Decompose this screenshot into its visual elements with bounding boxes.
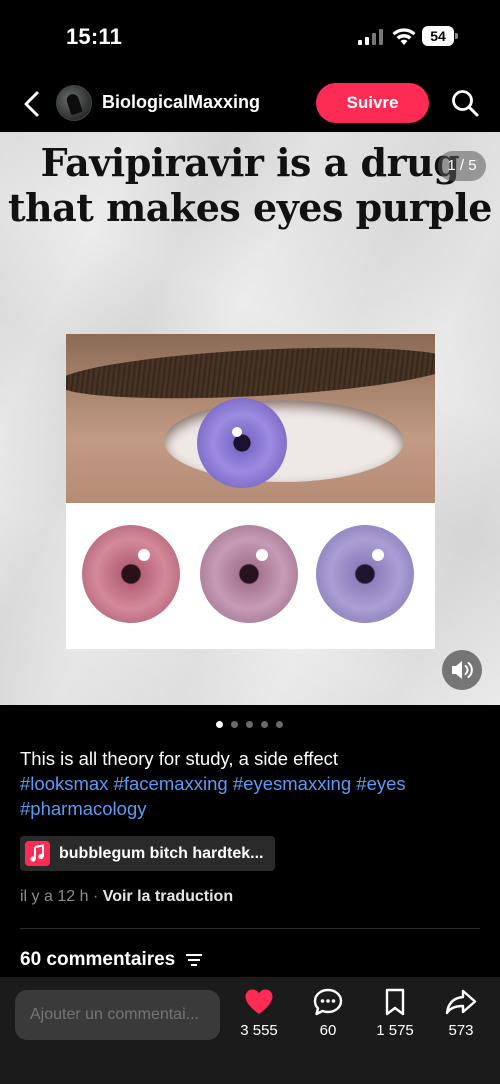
iris-swatch-pink xyxy=(82,525,180,623)
share-icon xyxy=(445,989,477,1015)
follow-button[interactable]: Suivre xyxy=(316,83,429,123)
carousel-dot[interactable] xyxy=(276,721,283,728)
avatar[interactable] xyxy=(56,85,92,121)
hashtag-link[interactable]: #pharmacology xyxy=(20,798,147,819)
post-caption: This is all theory for study, a side eff… xyxy=(20,746,480,821)
carousel-dot[interactable] xyxy=(246,721,253,728)
heart-icon xyxy=(245,989,273,1014)
share-button[interactable]: 573 xyxy=(433,988,489,1048)
meta-separator: · xyxy=(92,888,99,905)
sort-icon[interactable] xyxy=(185,953,202,967)
avatar-figure xyxy=(65,92,83,116)
hashtag-link[interactable]: #facemaxxing xyxy=(114,773,228,794)
music-title: bubblegum bitch hardtek... xyxy=(59,845,264,862)
comment-input[interactable] xyxy=(15,990,220,1040)
page-counter: 1 / 5 xyxy=(438,151,486,181)
status-time: 15:11 xyxy=(66,24,123,49)
hashtag-link[interactable]: #eyes xyxy=(356,773,405,794)
wifi-icon xyxy=(392,28,416,45)
comments-count-label: 60 commentaires xyxy=(20,949,176,970)
comment-button[interactable]: 60 xyxy=(300,988,356,1048)
battery-level: 54 xyxy=(422,26,454,46)
swatch-glint xyxy=(256,549,268,561)
signal-icon xyxy=(358,29,383,45)
search-icon[interactable] xyxy=(450,88,480,118)
username[interactable]: BiologicalMaxxing xyxy=(102,92,260,113)
slide-title-line-2: that makes eyes purple xyxy=(7,185,493,230)
battery-tip xyxy=(455,33,458,39)
purple-iris xyxy=(197,398,287,488)
slide-title-line-1: Favipiravir is a drug xyxy=(40,140,460,185)
carousel-dot[interactable] xyxy=(231,721,238,728)
sound-icon[interactable] xyxy=(442,650,482,690)
carousel-dot[interactable] xyxy=(216,721,223,728)
comments-header: 60 commentaires xyxy=(20,949,202,971)
bottom-bar: 3 555 60 1 575 573 xyxy=(0,977,500,1084)
save-button[interactable]: 1 575 xyxy=(367,988,423,1048)
status-bar: 15:11 54 xyxy=(0,0,500,76)
eyebrow xyxy=(66,339,435,407)
comment-icon xyxy=(313,988,343,1016)
top-nav: BiologicalMaxxing Suivre xyxy=(0,76,500,132)
media-slide[interactable]: Favipiravir is a drug that makes eyes pu… xyxy=(0,132,500,705)
save-count: 1 575 xyxy=(376,1022,414,1039)
swatch-glint xyxy=(138,549,150,561)
carousel-dots xyxy=(216,721,288,729)
carousel-dot[interactable] xyxy=(261,721,268,728)
iris-swatch-violet xyxy=(316,525,414,623)
like-count: 3 555 xyxy=(240,1022,278,1039)
iris-swatch-mauve xyxy=(200,525,298,623)
like-button[interactable]: 3 555 xyxy=(231,988,287,1048)
share-count: 573 xyxy=(448,1022,474,1039)
back-icon[interactable] xyxy=(18,88,46,120)
slide-title: Favipiravir is a drug that makes eyes pu… xyxy=(0,140,500,230)
post-time: il y a 12 h xyxy=(20,888,89,905)
caption-text: This is all theory for study, a side eff… xyxy=(20,748,339,769)
purple-eye-photo xyxy=(66,334,435,503)
music-icon xyxy=(25,841,50,866)
divider xyxy=(20,928,480,929)
eye-glint xyxy=(232,427,242,437)
post-meta: il y a 12 h · Voir la traduction xyxy=(20,888,233,906)
swatch-glint xyxy=(372,549,384,561)
battery-icon: 54 xyxy=(422,26,458,46)
hashtag-link[interactable]: #eyesmaxxing xyxy=(233,773,351,794)
iris-swatches xyxy=(66,503,435,649)
bookmark-icon xyxy=(385,988,405,1016)
translate-link[interactable]: Voir la traduction xyxy=(103,888,233,905)
music-chip[interactable]: bubblegum bitch hardtek... xyxy=(20,836,275,871)
hashtag-link[interactable]: #looksmax xyxy=(20,773,108,794)
comment-count: 60 xyxy=(319,1022,337,1039)
